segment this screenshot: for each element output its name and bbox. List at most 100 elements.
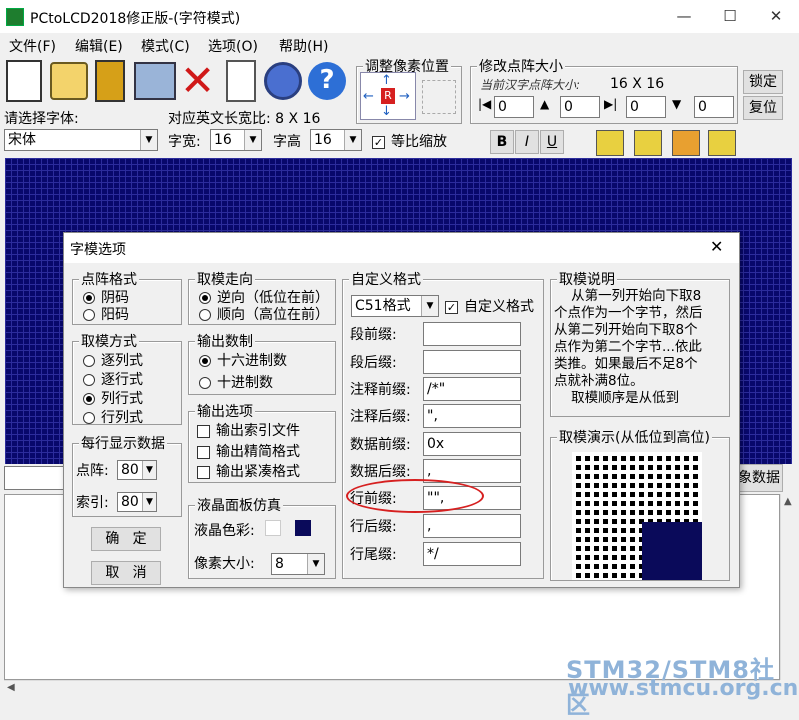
underline-button[interactable]: U — [540, 130, 564, 154]
select-font-label: 请选择字体: — [4, 111, 79, 127]
index-count-select[interactable]: 80 ▼ — [117, 492, 157, 512]
segment-suffix-input[interactable] — [423, 350, 521, 374]
chevron-down-icon: ▼ — [307, 554, 324, 574]
radio-hex[interactable]: 十六进制数 — [199, 350, 287, 370]
left-dots-input[interactable]: 0 — [494, 96, 534, 118]
radio-forward[interactable]: 顺向（高位在前） — [199, 304, 329, 324]
mirror-icon[interactable] — [672, 130, 700, 156]
top-dots-input[interactable]: 0 — [560, 96, 600, 118]
segment-suffix-label: 段后缀: — [350, 355, 397, 371]
dialog-close-icon[interactable]: ✕ — [710, 237, 723, 256]
scroll-left-icon[interactable]: ◀ — [7, 682, 15, 693]
reset-button[interactable]: 复位 — [743, 96, 783, 120]
radio-label: 列行式 — [101, 391, 143, 407]
bottom-edge-icon: ▼ — [672, 97, 682, 111]
flip-icon[interactable] — [634, 130, 662, 156]
radio-column-wise[interactable]: 逐列式 — [83, 350, 143, 370]
width-select[interactable]: 16 ▼ — [210, 129, 262, 151]
rotate-icon[interactable] — [596, 130, 624, 156]
height-select[interactable]: 16 ▼ — [310, 129, 362, 151]
current-size-label: 当前汉字点阵大小: — [480, 78, 581, 92]
chevron-down-icon: ▼ — [142, 493, 156, 511]
radio-icon — [199, 309, 211, 321]
checkbox-index-file[interactable]: 输出索引文件 — [197, 420, 300, 440]
help-icon[interactable]: ? — [308, 62, 346, 100]
gear-icon[interactable] — [264, 62, 302, 100]
format-select[interactable]: C51格式 ▼ — [351, 295, 439, 317]
explain-text: 从第一列开始向下取8个点作为一个字节，然后从第二列开始向下取8个点作为第二个字节… — [554, 288, 703, 406]
watermark-line2: www.stmcu.org.cn — [568, 676, 799, 701]
cancel-button[interactable]: 取 消 — [91, 561, 161, 585]
lcd-dark-color-swatch[interactable] — [295, 520, 311, 536]
data-prefix-input[interactable]: 0x — [423, 432, 521, 456]
pixel-size-select[interactable]: 8 ▼ — [271, 553, 325, 575]
window-title: PCtoLCD2018修正版-(字符模式) — [30, 11, 241, 27]
close-button[interactable]: ✕ — [753, 0, 799, 33]
radio-column-row[interactable]: 列行式 — [83, 388, 143, 408]
char-input[interactable] — [4, 466, 64, 490]
segment-prefix-input[interactable] — [423, 322, 521, 346]
bottom-dots-input[interactable]: 0 — [694, 96, 734, 118]
checkbox-checked-icon: ✓ — [445, 300, 458, 314]
per-line-title: 每行显示数据 — [79, 433, 167, 453]
shift-left-icon[interactable]: ← — [363, 89, 374, 104]
comment-suffix-input[interactable]: ", — [423, 404, 521, 428]
demo-highlight-block — [642, 522, 702, 580]
menu-edit[interactable]: 编辑(E) — [75, 36, 123, 56]
save-disk-icon[interactable] — [95, 60, 125, 102]
document-icon[interactable] — [226, 60, 256, 102]
proportional-checkbox[interactable]: ✓ 等比缩放 — [372, 131, 447, 151]
export-icon[interactable] — [134, 62, 176, 100]
new-file-icon[interactable] — [6, 60, 42, 102]
width-label: 字宽: — [168, 134, 201, 150]
height-label: 字高 — [273, 134, 301, 150]
move-disabled-icon — [422, 80, 456, 114]
radio-row-wise[interactable]: 逐行式 — [83, 369, 143, 389]
line-end-input[interactable]: */ — [423, 542, 521, 566]
ok-button[interactable]: 确 定 — [91, 527, 161, 551]
checkbox-compact-format[interactable]: 输出精简格式 — [197, 441, 300, 461]
menu-options[interactable]: 选项(O) — [208, 36, 258, 56]
chevron-down-icon: ▼ — [142, 461, 156, 479]
comment-prefix-input[interactable]: /*" — [423, 377, 521, 401]
italic-button[interactable]: I — [515, 130, 539, 154]
scroll-up-icon[interactable]: ▲ — [784, 496, 792, 507]
demo-group: 取模演示(从低位到高位) — [550, 427, 730, 581]
font-select[interactable]: 宋体 ▼ — [4, 129, 158, 151]
shift-reset-icon[interactable]: R — [381, 88, 395, 104]
shift-right-icon[interactable]: → — [399, 89, 410, 104]
menu-help[interactable]: 帮助(H) — [279, 36, 328, 56]
dot-count-select[interactable]: 80 ▼ — [117, 460, 157, 480]
gen-data-button[interactable]: 象数据 — [735, 464, 783, 492]
lcd-light-color-swatch[interactable] — [265, 520, 281, 536]
invert-icon[interactable] — [708, 130, 736, 156]
checkbox-tight-format[interactable]: 输出紧凑格式 — [197, 461, 300, 481]
menu-mode[interactable]: 模式(C) — [141, 36, 190, 56]
lock-button[interactable]: 锁定 — [743, 70, 783, 94]
menu-file[interactable]: 文件(F) — [9, 36, 56, 56]
radio-label: 顺向（高位在前） — [217, 307, 329, 323]
radio-decimal[interactable]: 十进制数 — [199, 372, 273, 392]
dialog-title-bar: 字模选项 ✕ — [64, 233, 739, 263]
radio-label: 十进制数 — [217, 375, 273, 391]
line-suffix-input[interactable]: , — [423, 514, 521, 538]
maximize-button[interactable]: ☐ — [707, 0, 753, 33]
delete-x-icon[interactable]: ✕ — [180, 58, 215, 104]
shift-up-icon[interactable]: ↑ — [381, 73, 392, 88]
demo-title: 取模演示(从低位到高位) — [557, 427, 712, 447]
shift-down-icon[interactable]: ↓ — [381, 104, 392, 119]
radio-positive[interactable]: 阳码 — [83, 304, 129, 324]
checkbox-label: 输出紧凑格式 — [216, 464, 300, 480]
minimize-button[interactable]: — — [661, 0, 707, 33]
line-suffix-label: 行后缀: — [350, 519, 397, 535]
bold-button[interactable]: B — [490, 130, 514, 154]
open-folder-icon[interactable] — [50, 62, 88, 100]
output-base-group: 输出数制 十六进制数 十进制数 — [188, 331, 336, 395]
radio-row-column[interactable]: 行列式 — [83, 407, 143, 427]
right-dots-input[interactable]: 0 — [626, 96, 666, 118]
height-value: 16 — [314, 132, 332, 148]
custom-format-checkbox[interactable]: ✓ 自定义格式 — [445, 296, 534, 316]
radio-selected-icon — [199, 355, 211, 367]
radio-selected-icon — [199, 292, 211, 304]
dot-count-label: 点阵: — [76, 463, 109, 479]
